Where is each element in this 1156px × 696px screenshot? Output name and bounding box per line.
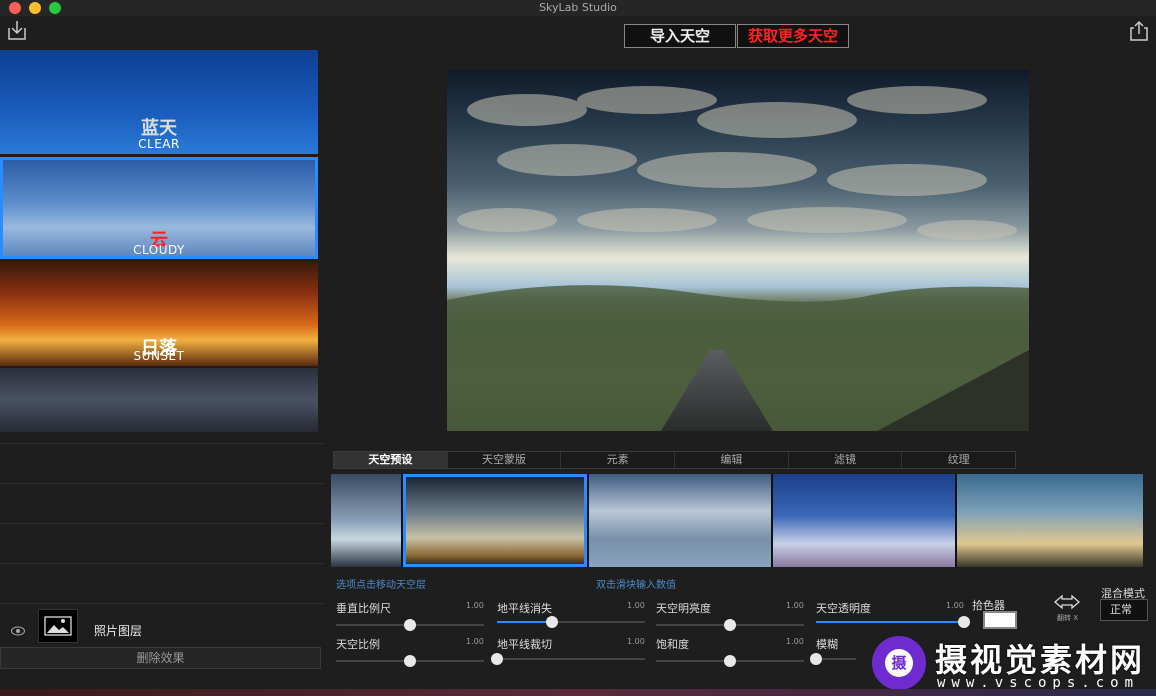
- slider-label: 天空明亮度: [656, 602, 711, 615]
- preset-clear[interactable]: 蓝天 CLEAR: [0, 50, 318, 154]
- layer-thumbnail: [38, 609, 78, 643]
- slider-value: 1.00: [627, 601, 645, 610]
- flip-x-icon[interactable]: [1053, 594, 1081, 610]
- sky-thumbnail[interactable]: [773, 474, 955, 567]
- slider-knob[interactable]: [724, 619, 736, 631]
- slider-value: 1.00: [627, 637, 645, 646]
- slider-label: 天空透明度: [816, 602, 871, 615]
- sky-thumbnail-selected[interactable]: [403, 474, 587, 567]
- preset-clear-en: CLEAR: [138, 137, 180, 151]
- slider-knob[interactable]: [724, 655, 736, 667]
- preset-sidebar: 蓝天 CLEAR 云 CLOUDY 日落 SUNSET: [0, 50, 324, 696]
- sky-thumbnail[interactable]: [589, 474, 771, 567]
- slider-knob[interactable]: [404, 619, 416, 631]
- delete-effect-button[interactable]: 删除效果: [0, 647, 321, 669]
- get-more-skies-button[interactable]: 获取更多天空: [737, 24, 849, 48]
- slider-track[interactable]: [336, 655, 484, 667]
- sky-thumbnail[interactable]: [331, 474, 401, 567]
- slider-knob[interactable]: [545, 616, 558, 628]
- share-icon[interactable]: [1128, 20, 1150, 42]
- slider-track[interactable]: [336, 619, 484, 631]
- bottom-strip: [0, 689, 1156, 696]
- photo-layer-row[interactable]: 照片图层: [0, 606, 324, 646]
- slider-value: 1.00: [466, 637, 484, 646]
- tab-bar: 天空预设 天空蒙版 元素 编辑 滤镜 纹理: [333, 451, 1016, 469]
- watermark-badge-text: 摄: [885, 649, 913, 677]
- preset-cloudy-en: CLOUDY: [133, 243, 185, 257]
- window-title: SkyLab Studio: [539, 1, 617, 14]
- slider-fill: [816, 621, 964, 623]
- list-item[interactable]: [0, 483, 324, 523]
- slider-track[interactable]: [810, 653, 856, 665]
- slider-label: 地平线消失: [497, 602, 552, 615]
- slider-value: 1.00: [946, 601, 964, 610]
- preset-sunset-en: SUNSET: [133, 349, 185, 363]
- tab-sky-presets[interactable]: 天空预设: [334, 452, 448, 468]
- slider-track[interactable]: [656, 655, 804, 667]
- download-icon[interactable]: [6, 19, 28, 41]
- watermark-badge: 摄: [872, 636, 926, 690]
- layer-name: 照片图层: [94, 624, 143, 638]
- import-sky-button[interactable]: 导入天空: [624, 24, 736, 48]
- eye-icon[interactable]: [11, 621, 25, 636]
- color-picker-swatch[interactable]: [983, 611, 1017, 629]
- tab-sky-mask[interactable]: 天空蒙版: [448, 452, 562, 468]
- slider-track[interactable]: [656, 619, 804, 631]
- watermark: 摄 摄视觉素材网 www.vscops.com: [862, 633, 1152, 693]
- slider-knob[interactable]: [404, 655, 416, 667]
- sky-preview-canvas[interactable]: [447, 70, 1029, 431]
- slider-fill: [497, 621, 552, 623]
- preset-storm[interactable]: [0, 368, 318, 432]
- slider-track[interactable]: [816, 616, 970, 628]
- slider-value: 1.00: [786, 637, 804, 646]
- tab-texture[interactable]: 纹理: [902, 452, 1015, 468]
- tab-filters[interactable]: 滤镜: [789, 452, 903, 468]
- slider-knob[interactable]: [958, 616, 970, 628]
- slider-label: 模糊: [816, 638, 838, 651]
- slider-value: 1.00: [466, 601, 484, 610]
- slider-value: 1.00: [786, 601, 804, 610]
- tab-elements[interactable]: 元素: [561, 452, 676, 468]
- sky-thumbnail[interactable]: [957, 474, 1143, 567]
- sky-thumbnail-strip: [331, 474, 1143, 567]
- slider-label: 地平线裁切: [497, 638, 552, 651]
- list-item[interactable]: [0, 563, 324, 603]
- slider-track[interactable]: [497, 616, 645, 628]
- slider-knob[interactable]: [810, 653, 822, 665]
- hint-double-click: 双击滑块输入数值: [596, 580, 676, 591]
- list-item[interactable]: [0, 443, 324, 483]
- blend-mode-select[interactable]: 正常: [1100, 599, 1148, 621]
- slider-track[interactable]: [491, 653, 645, 665]
- tab-edit[interactable]: 编辑: [675, 452, 789, 468]
- flip-x-label: 翻转 X: [1057, 614, 1079, 622]
- preset-sunset[interactable]: 日落 SUNSET: [0, 262, 318, 366]
- slider-label: 饱和度: [656, 638, 689, 651]
- slider-label: 天空比例: [336, 638, 380, 651]
- hint-move-sky: 选项点击移动天空层: [336, 580, 426, 591]
- preset-cloudy[interactable]: 云 CLOUDY: [0, 157, 318, 259]
- list-item[interactable]: [0, 523, 324, 563]
- title-bar: SkyLab Studio: [0, 0, 1156, 16]
- slider-knob[interactable]: [491, 653, 503, 665]
- slider-label: 垂直比例尺: [336, 602, 391, 615]
